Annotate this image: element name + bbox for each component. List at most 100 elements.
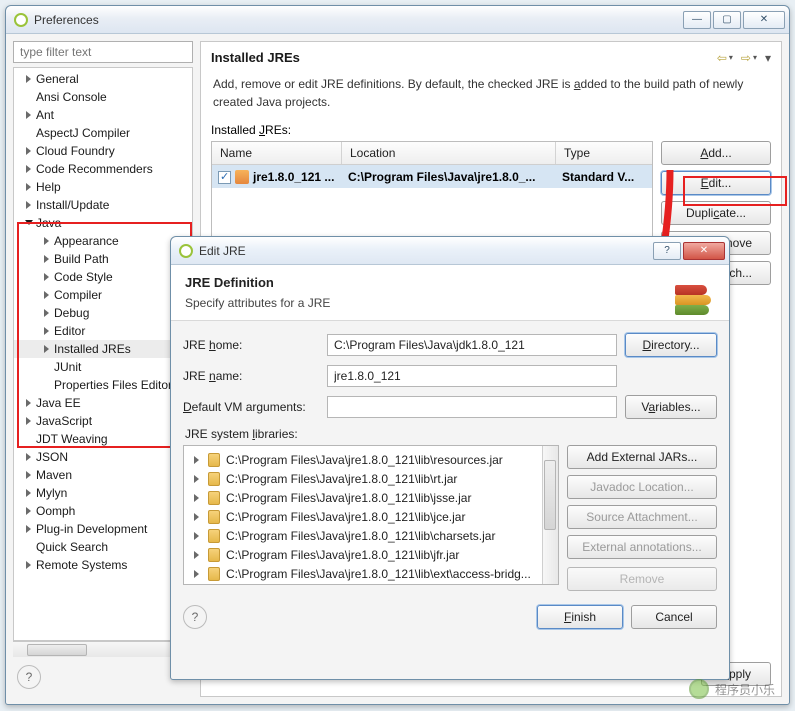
tree-twisty-icon[interactable] [192, 531, 202, 541]
duplicate-button[interactable]: Duplicate... [661, 201, 771, 225]
add-button[interactable]: Add... [661, 141, 771, 165]
tree-twisty-icon[interactable] [192, 550, 202, 560]
library-item[interactable]: C:\Program Files\Java\jre1.8.0_121\lib\e… [186, 564, 556, 583]
tree-node[interactable]: Plug-in Development [14, 520, 192, 538]
tree-node[interactable]: General [14, 70, 192, 88]
col-name[interactable]: Name [212, 142, 342, 164]
tree-twisty-icon[interactable] [192, 455, 202, 465]
tree-node[interactable]: Properties Files Editor [14, 376, 192, 394]
library-item[interactable]: C:\Program Files\Java\jre1.8.0_121\lib\j… [186, 507, 556, 526]
libs-vertical-scrollbar[interactable] [542, 446, 558, 584]
nav-back-icon[interactable]: ⇦▾ [717, 51, 733, 65]
filter-input[interactable] [13, 41, 193, 63]
tree-twisty-icon[interactable] [24, 164, 34, 174]
tree-twisty-icon[interactable] [24, 506, 34, 516]
tree-twisty-icon[interactable] [24, 524, 34, 534]
tree-twisty-icon[interactable] [24, 470, 34, 480]
javadoc-location-button[interactable]: Javadoc Location... [567, 475, 717, 499]
tree-twisty-icon[interactable] [42, 236, 52, 246]
nav-forward-icon[interactable]: ⇨▾ [741, 51, 757, 65]
tree-node[interactable]: Mylyn [14, 484, 192, 502]
tree-twisty-icon[interactable] [24, 416, 34, 426]
jre-name-input[interactable] [327, 365, 617, 387]
tree-node[interactable]: Oomph [14, 502, 192, 520]
tree-twisty-icon[interactable] [42, 308, 52, 318]
dialog-titlebar[interactable]: Edit JRE ? ✕ [171, 237, 729, 265]
tree-node[interactable]: JUnit [14, 358, 192, 376]
tree-twisty-icon[interactable] [192, 474, 202, 484]
system-libraries-list[interactable]: C:\Program Files\Java\jre1.8.0_121\lib\r… [183, 445, 559, 585]
titlebar[interactable]: Preferences — ▢ ✕ [6, 6, 789, 34]
dialog-help-button[interactable]: ? [653, 242, 681, 260]
jre-home-input[interactable] [327, 334, 617, 356]
preferences-tree[interactable]: GeneralAnsi ConsoleAntAspectJ CompilerCl… [13, 67, 193, 641]
col-location[interactable]: Location [342, 142, 556, 164]
tree-node[interactable]: Code Style [14, 268, 192, 286]
tree-node[interactable]: Help [14, 178, 192, 196]
tree-node[interactable]: Ansi Console [14, 88, 192, 106]
tree-horizontal-scrollbar[interactable] [13, 641, 193, 657]
tree-twisty-icon[interactable] [192, 512, 202, 522]
variables-button[interactable]: Variables... [625, 395, 717, 419]
tree-twisty-icon[interactable] [24, 182, 34, 192]
dialog-close-button[interactable]: ✕ [683, 242, 725, 260]
library-item[interactable]: C:\Program Files\Java\jre1.8.0_121\lib\c… [186, 526, 556, 545]
tree-twisty-icon[interactable] [24, 452, 34, 462]
tree-twisty-icon[interactable] [192, 569, 202, 579]
tree-node[interactable]: Ant [14, 106, 192, 124]
dialog-help-icon[interactable]: ? [183, 605, 207, 629]
vm-args-input[interactable] [327, 396, 617, 418]
edit-button[interactable]: Edit... [661, 171, 771, 195]
tree-twisty-icon[interactable] [42, 290, 52, 300]
tree-twisty-icon[interactable] [42, 344, 52, 354]
tree-node[interactable]: AspectJ Compiler [14, 124, 192, 142]
minimize-button[interactable]: — [683, 11, 711, 29]
tree-node[interactable]: Debug [14, 304, 192, 322]
tree-twisty-icon[interactable] [42, 272, 52, 282]
tree-node[interactable]: Java EE [14, 394, 192, 412]
tree-twisty-icon[interactable] [24, 218, 34, 228]
tree-node[interactable]: Install/Update [14, 196, 192, 214]
tree-twisty-icon[interactable] [42, 326, 52, 336]
tree-node[interactable]: JavaScript [14, 412, 192, 430]
close-button[interactable]: ✕ [743, 11, 785, 29]
external-annotations-button[interactable]: External annotations... [567, 535, 717, 559]
table-row[interactable]: jre1.8.0_121 ... C:\Program Files\Java\j… [212, 165, 652, 188]
tree-twisty-icon[interactable] [24, 74, 34, 84]
tree-node[interactable]: Java [14, 214, 192, 232]
tree-node[interactable]: Build Path [14, 250, 192, 268]
tree-twisty-icon[interactable] [24, 560, 34, 570]
tree-twisty-icon[interactable] [24, 110, 34, 120]
col-type[interactable]: Type [556, 142, 652, 164]
tree-twisty-icon[interactable] [192, 493, 202, 503]
directory-button[interactable]: Directory... [625, 333, 717, 357]
add-external-jars-button[interactable]: Add External JARs... [567, 445, 717, 469]
tree-node[interactable]: Editor [14, 322, 192, 340]
library-item[interactable]: C:\Program Files\Java\jre1.8.0_121\lib\r… [186, 450, 556, 469]
tree-node[interactable]: JSON [14, 448, 192, 466]
tree-node[interactable]: Installed JREs [14, 340, 192, 358]
tree-twisty-icon[interactable] [24, 146, 34, 156]
tree-node[interactable]: Appearance [14, 232, 192, 250]
tree-twisty-icon[interactable] [24, 488, 34, 498]
cancel-button[interactable]: Cancel [631, 605, 717, 629]
tree-twisty-icon[interactable] [24, 200, 34, 210]
tree-node[interactable]: Compiler [14, 286, 192, 304]
tree-node[interactable]: Quick Search [14, 538, 192, 556]
tree-node[interactable]: JDT Weaving [14, 430, 192, 448]
maximize-button[interactable]: ▢ [713, 11, 741, 29]
tree-twisty-icon[interactable] [24, 398, 34, 408]
tree-twisty-icon[interactable] [42, 254, 52, 264]
source-attachment-button[interactable]: Source Attachment... [567, 505, 717, 529]
tree-node[interactable]: Code Recommenders [14, 160, 192, 178]
library-item[interactable]: C:\Program Files\Java\jre1.8.0_121\lib\j… [186, 545, 556, 564]
nav-menu-icon[interactable]: ▾ [765, 51, 771, 65]
library-item[interactable]: C:\Program Files\Java\jre1.8.0_121\lib\r… [186, 469, 556, 488]
finish-button[interactable]: Finish [537, 605, 623, 629]
library-item[interactable]: C:\Program Files\Java\jre1.8.0_121\lib\j… [186, 488, 556, 507]
libs-remove-button[interactable]: Remove [567, 567, 717, 591]
tree-node[interactable]: Remote Systems [14, 556, 192, 574]
help-icon[interactable]: ? [17, 665, 41, 689]
tree-node[interactable]: Cloud Foundry [14, 142, 192, 160]
tree-node[interactable]: Maven [14, 466, 192, 484]
